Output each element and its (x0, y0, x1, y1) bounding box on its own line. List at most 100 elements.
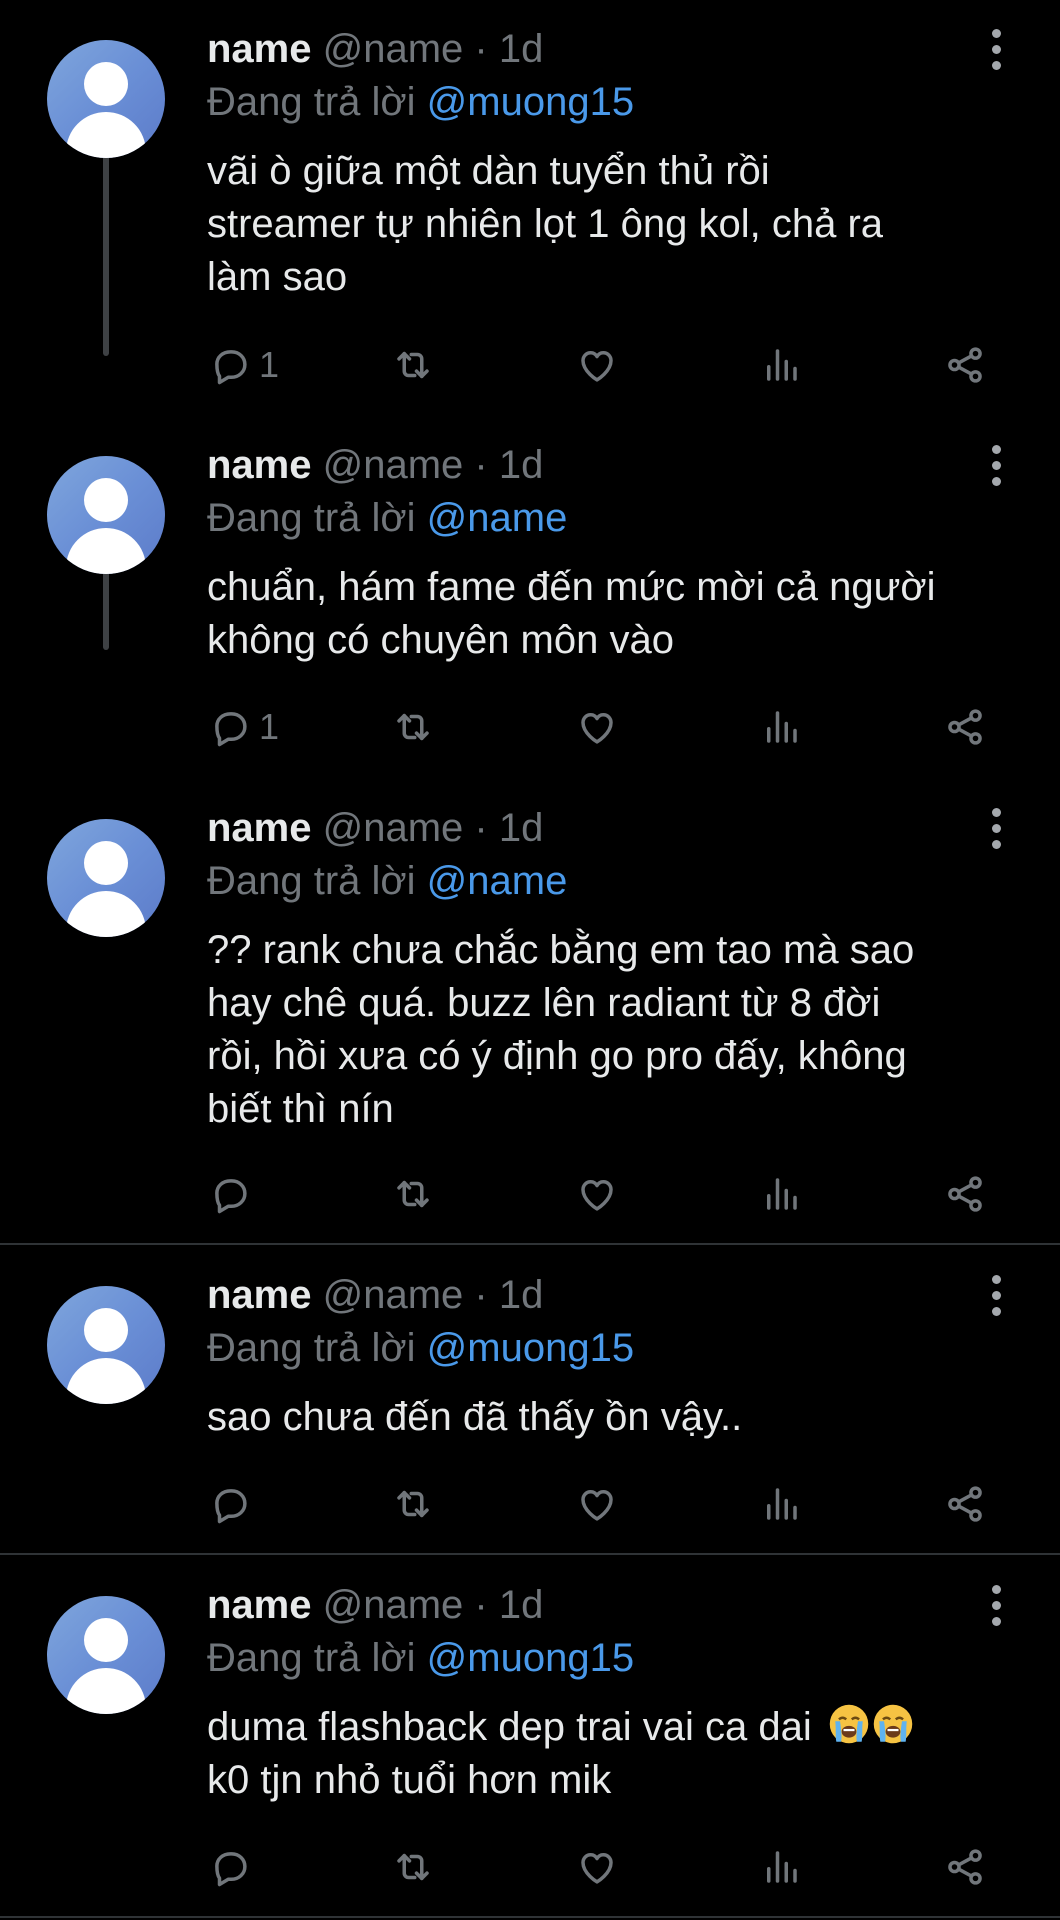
share-icon (944, 1483, 986, 1525)
reply-context: Đang trả lời @muong15 (207, 1323, 634, 1373)
tweet-text: duma flashback dep trai vai ca dai k0 tj… (207, 1701, 1027, 1807)
retweet-icon (392, 706, 434, 748)
avatar-body-shape (66, 1668, 146, 1714)
tweet-text-line: biết thì nín (207, 1087, 394, 1131)
avatar-head-shape (84, 1308, 128, 1352)
avatar-body-shape (66, 528, 146, 574)
retweet-button[interactable] (392, 1479, 434, 1529)
tweet-actions: 1 (0, 702, 1060, 752)
tweet-header: name @name · 1d (207, 440, 543, 490)
reply-context: Đang trả lời @name (207, 493, 567, 543)
views-button[interactable] (760, 702, 802, 752)
tweet-header: name @name · 1d (207, 1580, 543, 1630)
share-button[interactable] (944, 1169, 986, 1219)
reply-prefix: Đang trả lời (207, 80, 416, 124)
analytics-icon (760, 1173, 802, 1215)
display-name[interactable]: name (207, 27, 312, 71)
share-button[interactable] (944, 340, 986, 390)
display-name[interactable]: name (207, 1583, 312, 1627)
retweet-icon (392, 1846, 434, 1888)
handle-and-time: @name · 1d (322, 806, 544, 850)
avatar[interactable] (47, 819, 165, 937)
like-button[interactable] (576, 1842, 618, 1892)
more-options-icon[interactable] (990, 808, 1004, 850)
reply-icon (209, 706, 251, 748)
share-button[interactable] (944, 1479, 986, 1529)
retweet-button[interactable] (392, 1169, 434, 1219)
tweet-text-line: ?? rank chưa chắc bằng em tao mà sao (207, 928, 915, 972)
more-options-icon[interactable] (990, 29, 1004, 71)
reply-button[interactable] (209, 1479, 259, 1529)
reply-prefix: Đang trả lời (207, 859, 416, 903)
analytics-icon (760, 706, 802, 748)
more-options-icon[interactable] (990, 445, 1004, 487)
heart-icon (576, 706, 618, 748)
avatar[interactable] (47, 456, 165, 574)
retweet-icon (392, 344, 434, 386)
avatar[interactable] (47, 40, 165, 158)
reply-prefix: Đang trả lời (207, 1326, 416, 1370)
reply-button[interactable] (209, 1842, 259, 1892)
display-name[interactable]: name (207, 443, 312, 487)
like-button[interactable] (576, 340, 618, 390)
views-button[interactable] (760, 1169, 802, 1219)
avatar-head-shape (84, 478, 128, 522)
display-name[interactable]: name (207, 1273, 312, 1317)
loudly-crying-face-icon (827, 1702, 871, 1746)
reply-icon (209, 1173, 251, 1215)
tweet-text-line: streamer tự nhiên lọt 1 ông kol, chả ra (207, 202, 884, 246)
share-button[interactable] (944, 702, 986, 752)
retweet-button[interactable] (392, 1842, 434, 1892)
share-icon (944, 1173, 986, 1215)
share-button[interactable] (944, 1842, 986, 1892)
share-icon (944, 706, 986, 748)
reply-prefix: Đang trả lời (207, 1636, 416, 1680)
tweet-text: chuẩn, hám fame đến mức mời cả người khô… (207, 561, 1027, 667)
retweet-button[interactable] (392, 340, 434, 390)
like-button[interactable] (576, 1479, 618, 1529)
handle-and-time: @name · 1d (322, 1583, 544, 1627)
reply-mention-link[interactable]: @muong15 (427, 1326, 634, 1370)
tweet-text: sao chưa đến đã thấy ồn vậy.. (207, 1391, 1027, 1444)
reply-button[interactable]: 1 (209, 340, 279, 390)
analytics-icon (760, 1846, 802, 1888)
reply-icon (209, 1846, 251, 1888)
avatar[interactable] (47, 1596, 165, 1714)
retweet-button[interactable] (392, 702, 434, 752)
reply-button[interactable]: 1 (209, 702, 279, 752)
handle-and-time: @name · 1d (322, 27, 544, 71)
reply-mention-link[interactable]: @muong15 (427, 1636, 634, 1680)
display-name[interactable]: name (207, 806, 312, 850)
tweet-header: name @name · 1d (207, 24, 543, 74)
more-options-icon[interactable] (990, 1275, 1004, 1317)
avatar-head-shape (84, 62, 128, 106)
tweet-header: name @name · 1d (207, 1270, 543, 1320)
views-button[interactable] (760, 1842, 802, 1892)
heart-icon (576, 1846, 618, 1888)
reply-count: 1 (259, 706, 280, 747)
tweet-actions (0, 1842, 1060, 1892)
tweet-text-line: k0 tjn nhỏ tuổi hơn mik (207, 1758, 612, 1802)
like-button[interactable] (576, 702, 618, 752)
views-button[interactable] (760, 1479, 802, 1529)
reply-button[interactable] (209, 1169, 259, 1219)
avatar-body-shape (66, 891, 146, 937)
views-button[interactable] (760, 340, 802, 390)
reply-mention-link[interactable]: @name (427, 859, 568, 903)
avatar[interactable] (47, 1286, 165, 1404)
retweet-icon (392, 1483, 434, 1525)
heart-icon (576, 1173, 618, 1215)
tweet-header: name @name · 1d (207, 803, 543, 853)
handle-and-time: @name · 1d (322, 443, 544, 487)
more-options-icon[interactable] (990, 1585, 1004, 1627)
tweet-text-line: chuẩn, hám fame đến mức mời cả người (207, 565, 936, 609)
loudly-crying-face-icon (871, 1702, 915, 1746)
tweet-divider (0, 1916, 1060, 1918)
like-button[interactable] (576, 1169, 618, 1219)
reply-mention-link[interactable]: @muong15 (427, 80, 634, 124)
tweet-divider (0, 1553, 1060, 1555)
tweet-text-line: không có chuyên môn vào (207, 618, 674, 662)
retweet-icon (392, 1173, 434, 1215)
reply-mention-link[interactable]: @name (427, 496, 568, 540)
tweet-text-line: duma flashback dep trai vai ca dai (207, 1705, 812, 1749)
